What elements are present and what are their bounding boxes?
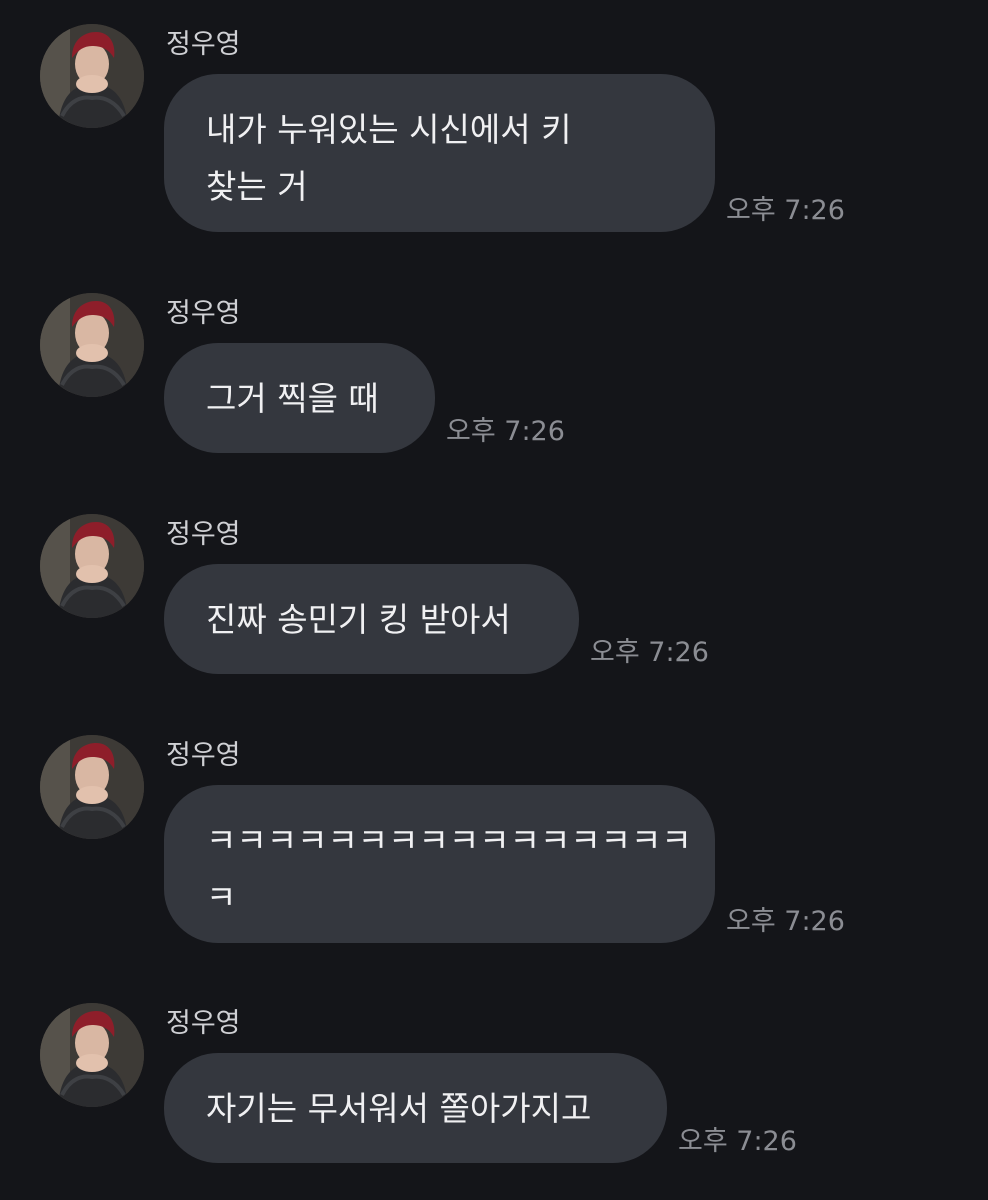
avatar[interactable] — [40, 293, 144, 397]
profile-photo-icon — [40, 1003, 144, 1107]
message-bubble[interactable]: ㅋㅋㅋㅋㅋㅋㅋㅋㅋㅋㅋㅋㅋㅋㅋㅋ ㅋ — [164, 785, 715, 943]
message-text-line: 자기는 무서워서 쫄아가지고 — [206, 1089, 592, 1128]
profile-photo-icon — [40, 514, 144, 618]
profile-photo-icon — [40, 735, 144, 839]
chat-thread: 정우영 내가 누워있는 시신에서 키 찾는 거 오후 7:26 정우영 그거 찍… — [0, 0, 988, 1200]
message-text-line: ㅋ — [206, 878, 237, 917]
message-timestamp: 오후 7:26 — [590, 637, 709, 668]
profile-photo-icon — [40, 293, 144, 397]
message-timestamp: 오후 7:26 — [446, 416, 565, 447]
message-text-line: 진짜 송민기 킹 받아서 — [206, 600, 511, 639]
sender-name: 정우영 — [166, 298, 241, 329]
message-bubble[interactable]: 자기는 무서워서 쫄아가지고 — [164, 1053, 667, 1163]
message-text-line: 찾는 거 — [206, 167, 308, 206]
sender-name: 정우영 — [166, 519, 241, 550]
message-timestamp: 오후 7:26 — [726, 195, 845, 226]
message-row: 정우영 그거 찍을 때 오후 7:26 — [0, 293, 988, 453]
message-timestamp: 오후 7:26 — [726, 906, 845, 937]
message-row: 정우영 ㅋㅋㅋㅋㅋㅋㅋㅋㅋㅋㅋㅋㅋㅋㅋㅋ ㅋ 오후 7:26 — [0, 735, 988, 945]
message-row: 정우영 자기는 무서워서 쫄아가지고 오후 7:26 — [0, 1003, 988, 1163]
message-text-line: ㅋㅋㅋㅋㅋㅋㅋㅋㅋㅋㅋㅋㅋㅋㅋㅋ — [206, 821, 692, 860]
avatar[interactable] — [40, 735, 144, 839]
profile-photo-icon — [40, 24, 144, 128]
message-row: 정우영 진짜 송민기 킹 받아서 오후 7:26 — [0, 514, 988, 674]
message-timestamp: 오후 7:26 — [678, 1126, 797, 1157]
message-bubble[interactable]: 내가 누워있는 시신에서 키 찾는 거 — [164, 74, 715, 232]
message-text-line: 내가 누워있는 시신에서 키 — [206, 110, 572, 149]
message-text-line: 그거 찍을 때 — [206, 379, 379, 418]
avatar[interactable] — [40, 24, 144, 128]
sender-name: 정우영 — [166, 29, 241, 60]
message-bubble[interactable]: 그거 찍을 때 — [164, 343, 435, 453]
message-row: 정우영 내가 누워있는 시신에서 키 찾는 거 오후 7:26 — [0, 24, 988, 234]
sender-name: 정우영 — [166, 1008, 241, 1039]
sender-name: 정우영 — [166, 740, 241, 771]
avatar[interactable] — [40, 1003, 144, 1107]
avatar[interactable] — [40, 514, 144, 618]
message-bubble[interactable]: 진짜 송민기 킹 받아서 — [164, 564, 579, 674]
